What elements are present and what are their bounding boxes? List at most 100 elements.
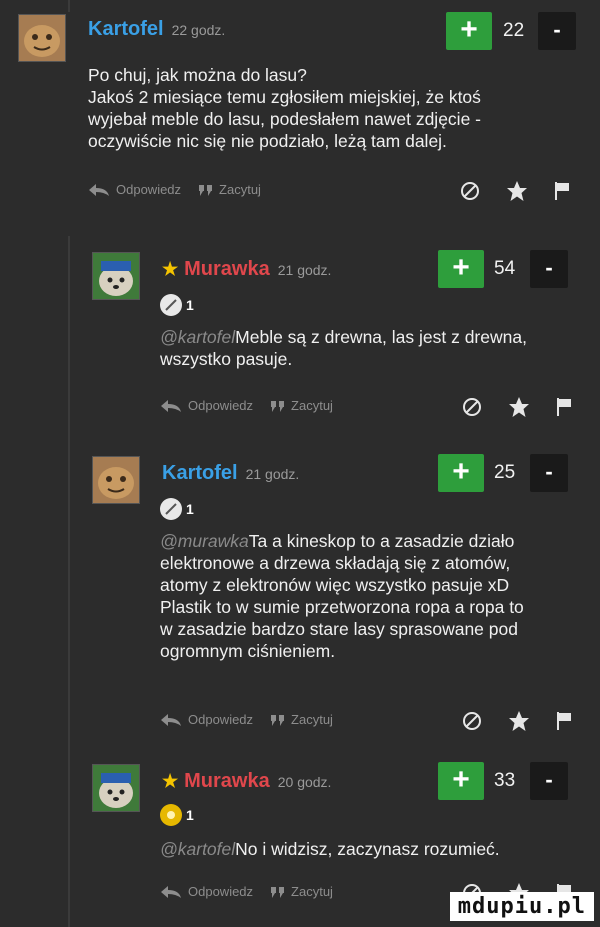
upvote-button[interactable]: + (438, 762, 484, 800)
text-line: ogromnym ciśnieniem. (160, 641, 336, 661)
author-name[interactable]: Kartofel (88, 18, 164, 40)
comment-text: @kartofelMeble są z drewna, las jest z d… (160, 326, 580, 370)
star-icon[interactable] (508, 396, 530, 418)
quote-label: Zacytuj (291, 884, 333, 899)
comment-actions: Odpowiedz Zacytuj (88, 182, 279, 197)
reply-label: Odpowiedz (188, 712, 254, 727)
quote-button[interactable]: Zacytuj (271, 398, 333, 413)
badge-count: 1 (186, 297, 194, 313)
author-name[interactable]: Murawka (184, 770, 270, 792)
reply-button[interactable]: Odpowiedz (160, 884, 253, 899)
comment-time: 22 godz. (171, 22, 226, 38)
moderator-star-icon: ★ (162, 259, 179, 279)
reply-label: Odpowiedz (116, 182, 182, 197)
comment-tools (460, 180, 570, 202)
mention-link[interactable]: @kartofel (160, 327, 235, 347)
quote-icon (199, 184, 213, 196)
comment: Kartofel 21 godz. + 25 - 1 @murawkaTa a k… (0, 440, 600, 740)
medal-icon (160, 498, 182, 520)
potato-avatar-icon (93, 457, 139, 503)
author-name[interactable]: Murawka (184, 258, 270, 280)
comment-actions: Odpowiedz Zacytuj (160, 712, 351, 727)
reply-label: Odpowiedz (188, 884, 254, 899)
potato-avatar-icon (19, 15, 65, 61)
mention-link[interactable]: @kartofel (160, 839, 235, 859)
watermark-logo: mdupiu.pl (449, 892, 594, 921)
text-line: @kartofelMeble są z drewna, las jest z d… (160, 326, 580, 348)
reply-button[interactable]: Odpowiedz (160, 712, 253, 727)
comment-tools (462, 710, 572, 732)
downvote-button[interactable]: - (530, 250, 568, 288)
reply-arrow-icon (89, 183, 109, 196)
badge: 1 (160, 294, 194, 316)
comment: ★ Murawka 21 godz. + 54 - 1 @kartofelMeble… (0, 236, 600, 436)
comment-actions: Odpowiedz Zacytuj (160, 398, 351, 413)
downvote-button[interactable]: - (538, 12, 576, 50)
quote-label: Zacytuj (291, 398, 333, 413)
hide-icon[interactable] (462, 711, 482, 731)
comment-text: @murawkaTa a kineskop to a zasadzie dzia… (160, 530, 590, 662)
vote-count: 25 (494, 462, 516, 483)
reply-label: Odpowiedz (188, 398, 254, 413)
reply-button[interactable]: Odpowiedz (160, 398, 253, 413)
star-icon[interactable] (506, 180, 528, 202)
comment-author[interactable]: ★ Murawka 21 godz. (162, 258, 331, 281)
hide-icon[interactable] (462, 397, 482, 417)
mention-link[interactable]: @murawka (160, 531, 249, 551)
badge-count: 1 (186, 807, 194, 823)
vote-count: 33 (494, 770, 516, 791)
medal-icon (160, 294, 182, 316)
flag-icon[interactable] (554, 181, 570, 201)
badge: 1 (160, 804, 194, 826)
text-span: Ta a kineskop to a zasadzie działo (248, 531, 515, 551)
text-line: oczywiście nic się nie podziało, leżą ta… (88, 131, 447, 151)
reply-arrow-icon (161, 713, 181, 726)
flag-icon[interactable] (556, 397, 572, 417)
reply-arrow-icon (161, 885, 181, 898)
quote-label: Zacytuj (219, 182, 261, 197)
upvote-button[interactable]: + (446, 12, 492, 50)
badge: 1 (160, 498, 194, 520)
comment-time: 21 godz. (277, 262, 332, 278)
dog-avatar-icon (93, 253, 139, 299)
quote-button[interactable]: Zacytuj (199, 182, 261, 197)
author-name[interactable]: Kartofel (162, 462, 238, 484)
text-line: Jakoś 2 miesiące temu zgłosiłem miejskie… (88, 87, 481, 107)
text-line: elektronowe a drzewa składają się z atom… (160, 553, 511, 573)
quote-button[interactable]: Zacytuj (271, 712, 333, 727)
flag-icon[interactable] (556, 711, 572, 731)
avatar[interactable] (92, 252, 140, 300)
comment-time: 21 godz. (245, 466, 300, 482)
comment-author[interactable]: Kartofel 22 godz. (88, 18, 225, 41)
star-icon[interactable] (508, 710, 530, 732)
medal-icon (160, 804, 182, 826)
quote-icon (271, 886, 285, 898)
downvote-button[interactable]: - (530, 454, 568, 492)
comment-author[interactable]: Kartofel 21 godz. (162, 462, 299, 485)
hide-icon[interactable] (460, 181, 480, 201)
vote-count: 54 (494, 258, 516, 279)
downvote-button[interactable]: - (530, 762, 568, 800)
avatar[interactable] (18, 14, 66, 62)
avatar[interactable] (92, 764, 140, 812)
dog-avatar-icon (93, 765, 139, 811)
comment-author[interactable]: ★ Murawka 20 godz. (162, 770, 331, 793)
comment-text: @kartofelNo i widzisz, zaczynasz rozumie… (160, 838, 590, 860)
avatar[interactable] (92, 456, 140, 504)
comment-tools (462, 396, 572, 418)
comment: Kartofel 22 godz. + 22 - Po chuj, jak moż… (0, 0, 600, 202)
text-span: Meble są z drewna, las jest z drewna, (235, 327, 527, 347)
vote-count: 22 (503, 20, 525, 41)
moderator-star-icon: ★ (162, 771, 179, 791)
reply-button[interactable]: Odpowiedz (88, 182, 181, 197)
text-line: wszystko pasuje. (160, 349, 293, 369)
upvote-button[interactable]: + (438, 454, 484, 492)
text-line: Po chuj, jak można do lasu? (88, 65, 307, 85)
quote-button[interactable]: Zacytuj (271, 884, 333, 899)
upvote-button[interactable]: + (438, 250, 484, 288)
text-line: atomy z elektronów więc wszystko pasuje … (160, 575, 510, 595)
text-line: wyjebał meble do lasu, podesłałem nawet … (88, 109, 481, 129)
text-line: @kartofelNo i widzisz, zaczynasz rozumie… (160, 838, 590, 860)
reply-arrow-icon (161, 399, 181, 412)
quote-icon (271, 400, 285, 412)
